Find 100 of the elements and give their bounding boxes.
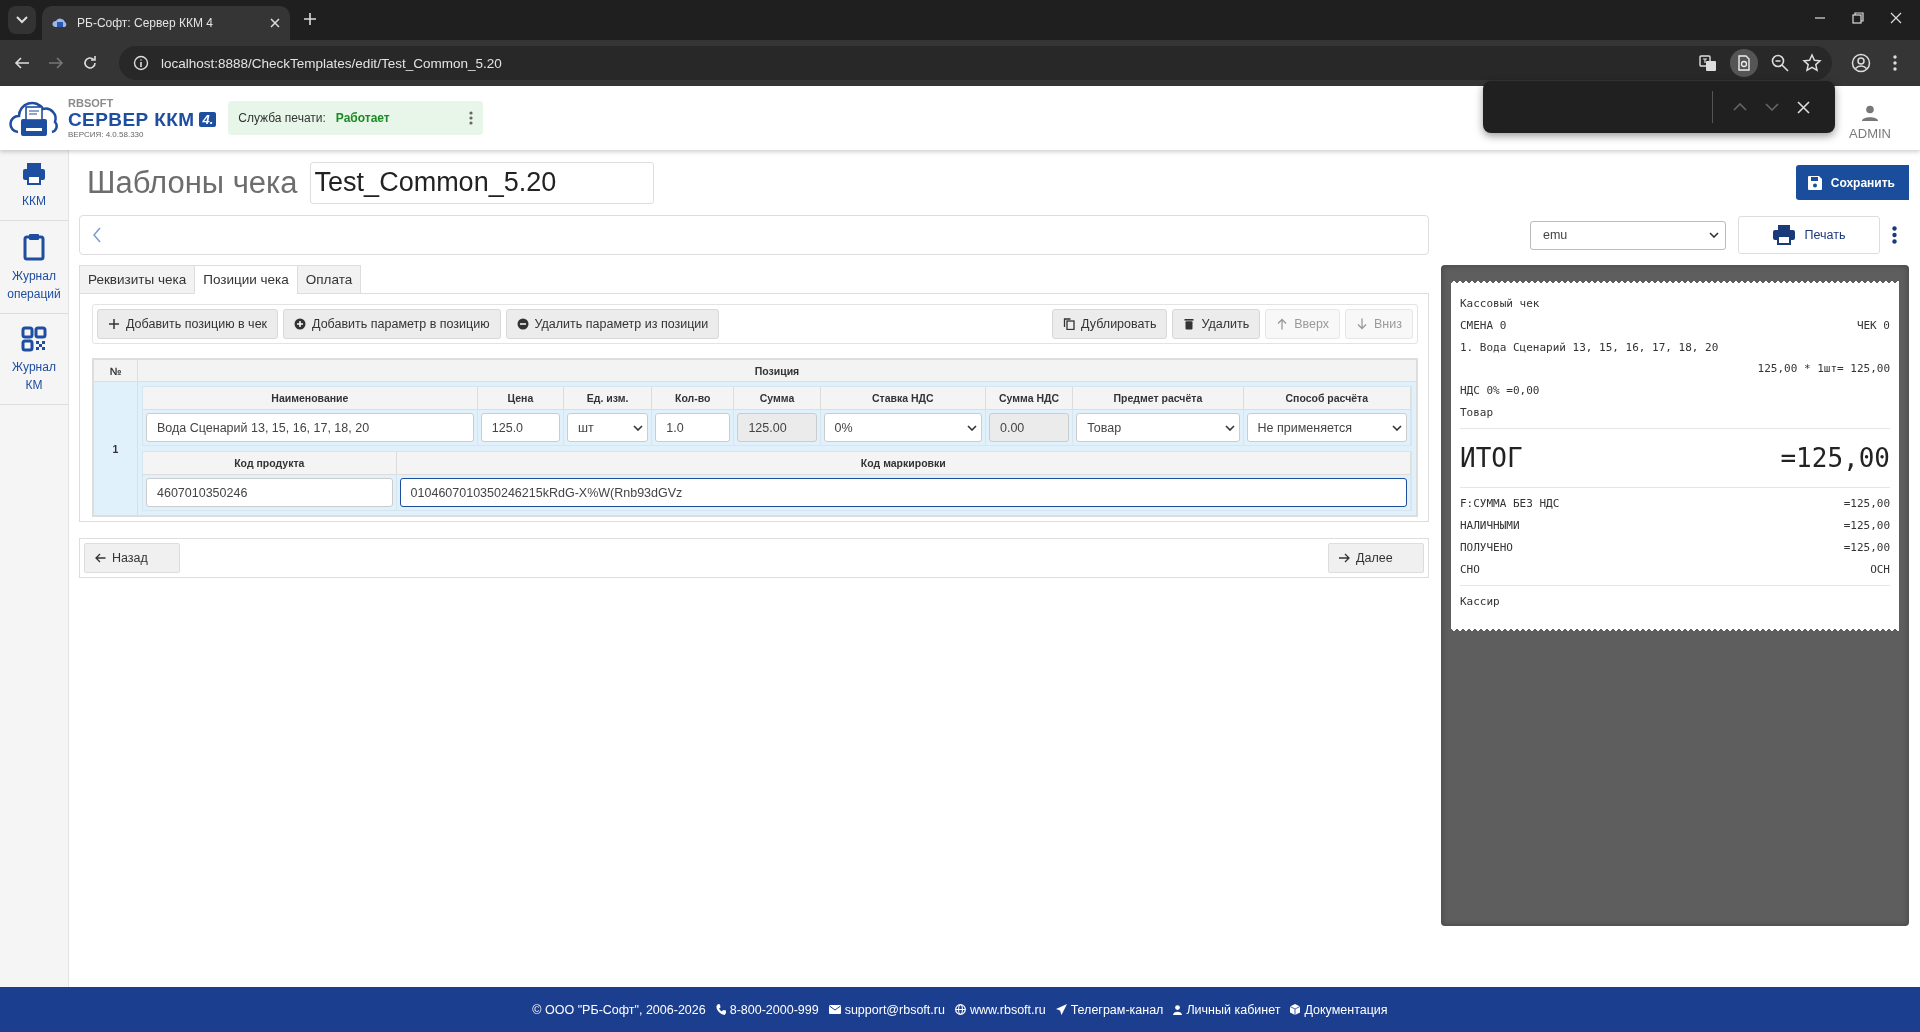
arrow-left-icon	[95, 553, 106, 563]
text-field[interactable]: 0104607010350246215kRdG-X%W(Rnb93dGVz	[399, 478, 1407, 507]
toolbar-button[interactable]: Дублировать	[1052, 309, 1168, 339]
chevron-down-icon[interactable]	[1765, 103, 1779, 111]
toolbar-button[interactable]: Добавить параметр в позицию	[283, 309, 501, 339]
browser-tab[interactable]: РБ-Софт: Сервер ККМ 4	[42, 6, 290, 40]
receipt-label: F:СУММА БЕЗ НДС	[1460, 497, 1560, 511]
text-field[interactable]: 4607010350246	[146, 478, 393, 507]
receipt-label: СНО	[1460, 562, 1480, 576]
tab[interactable]: Оплата	[296, 265, 362, 294]
back-arrow-icon[interactable]	[14, 55, 30, 71]
tab[interactable]: Реквизиты чека	[79, 265, 196, 294]
select-field[interactable]: 0%	[823, 413, 982, 442]
globe-icon	[954, 1004, 966, 1015]
minus-circle-icon	[516, 318, 529, 330]
star-icon[interactable]	[1802, 53, 1822, 73]
address-bar[interactable]: localhost:8888/CheckTemplates/edit/Test_Common_5.20	[119, 46, 1832, 80]
readonly-field[interactable]: 0.00	[989, 413, 1070, 442]
column-header: Ставка НДС	[820, 387, 986, 410]
close-icon[interactable]	[270, 18, 280, 28]
user-icon	[1173, 1004, 1183, 1015]
toolbar-button[interactable]: Удалить параметр из позиции	[505, 309, 720, 339]
chevron-down-icon	[1709, 232, 1719, 238]
text-field[interactable]: 1.0	[655, 413, 731, 442]
user-menu[interactable]: ADMIN	[1849, 105, 1891, 141]
chevron-down-icon	[1224, 424, 1235, 431]
info-icon[interactable]	[133, 55, 149, 71]
sidebar-item[interactable]: Журнал КМ	[0, 314, 68, 405]
next-button[interactable]: Далее	[1328, 543, 1424, 573]
footer-link[interactable]: Документация	[1304, 1002, 1388, 1017]
select-field[interactable]: Товар	[1076, 413, 1240, 442]
footer-link[interactable]: Телеграм-канал	[1070, 1002, 1164, 1017]
trash-icon	[1183, 318, 1196, 330]
chevron-left-icon[interactable]	[92, 227, 102, 243]
plus-circle-icon	[294, 318, 307, 330]
save-button[interactable]: Сохранить	[1795, 165, 1909, 200]
printer-icon	[1772, 225, 1795, 245]
menu-icon[interactable]	[1893, 55, 1897, 71]
arrow-right-icon	[1339, 553, 1350, 563]
forward-arrow-icon[interactable]	[48, 55, 64, 71]
receipt-line: 125,00 * 1шт= 125,00	[1757, 362, 1890, 376]
sidebar-item[interactable]: ККМ	[0, 150, 68, 221]
back-button[interactable]: Назад	[84, 543, 180, 573]
print-button[interactable]: Печать	[1738, 216, 1880, 254]
caret-down-icon[interactable]	[16, 16, 28, 24]
footer-link[interactable]: support@rbsoft.ru	[844, 1002, 945, 1017]
toolbar-button[interactable]: Удалить	[1172, 309, 1261, 339]
template-name-field[interactable]: Test_Common_5.20	[309, 161, 654, 204]
select-field[interactable]: Не применяется	[1246, 413, 1407, 442]
copy-icon	[1063, 318, 1076, 330]
printer-select[interactable]: emu	[1530, 220, 1726, 250]
chevron-down-icon	[633, 424, 644, 431]
brand-name: RBSOFT	[68, 97, 114, 109]
tab[interactable]: Позиции чека	[194, 265, 298, 294]
column-header: Способ расчёта	[1243, 387, 1411, 410]
more-icon[interactable]	[469, 111, 474, 125]
close-icon[interactable]	[1797, 100, 1810, 114]
profile-icon[interactable]	[1851, 53, 1871, 73]
text-field[interactable]: Вода Сценарий 13, 15, 16, 17, 18, 20	[146, 413, 474, 442]
footer-link[interactable]: 8-800-2000-999	[729, 1002, 819, 1017]
printer-icon	[22, 162, 46, 186]
document-search-icon[interactable]	[1730, 49, 1758, 77]
translate-icon[interactable]	[1698, 53, 1718, 73]
zoom-out-icon[interactable]	[1770, 53, 1790, 73]
receipt-line: Товар	[1460, 405, 1494, 419]
column-header: Наименование	[143, 387, 478, 410]
receipt-line: 1. Вода Сценарий 13, 15, 16, 17, 18, 20	[1460, 340, 1719, 354]
more-icon[interactable]	[1892, 226, 1897, 244]
column-header: Кол-во	[652, 387, 735, 410]
arrow-up-icon	[1276, 318, 1289, 330]
receipt-line: Кассовый чек	[1460, 297, 1540, 311]
restore-icon[interactable]	[1852, 12, 1864, 24]
column-header: Предмет расчёта	[1073, 387, 1244, 410]
text-field[interactable]: 125.0	[480, 413, 560, 442]
plus-icon[interactable]	[304, 12, 316, 25]
readonly-field[interactable]: 125.00	[737, 413, 817, 442]
toolbar-button[interactable]: Добавить позицию в чек	[97, 309, 279, 339]
receipt-amount: =125,00	[1843, 540, 1890, 554]
total-label: ИТОГ	[1460, 443, 1523, 474]
page-title: Шаблоны чека	[87, 164, 298, 201]
receipt-amount: =125,00	[1843, 497, 1890, 511]
sidebar-item[interactable]: Журнал операций	[0, 221, 68, 314]
arrow-down-icon	[1356, 318, 1369, 330]
user-icon	[1862, 105, 1879, 121]
chevron-up-icon[interactable]	[1733, 103, 1747, 111]
receipt-label: НАЛИЧНЫМИ	[1460, 519, 1520, 533]
chevron-down-icon	[1392, 424, 1402, 431]
select-field[interactable]: шт	[567, 413, 649, 442]
status-value: Работает	[335, 111, 390, 125]
receipt-label: СМЕНА 0	[1460, 319, 1507, 333]
footer-link[interactable]: Личный кабинет	[1186, 1002, 1281, 1017]
column-header: Код продукта	[143, 452, 397, 475]
reload-icon[interactable]	[82, 55, 98, 71]
close-icon[interactable]	[1890, 12, 1902, 24]
qr-code-icon	[21, 326, 47, 352]
total-amount: =125,00	[1780, 443, 1890, 474]
footer-link[interactable]: www.rbsoft.ru	[969, 1002, 1046, 1017]
receipt-amount: =125,00	[1843, 519, 1890, 533]
version-badge: 4.	[199, 111, 217, 127]
receipt-line: НДС 0% =0,00	[1460, 384, 1540, 398]
